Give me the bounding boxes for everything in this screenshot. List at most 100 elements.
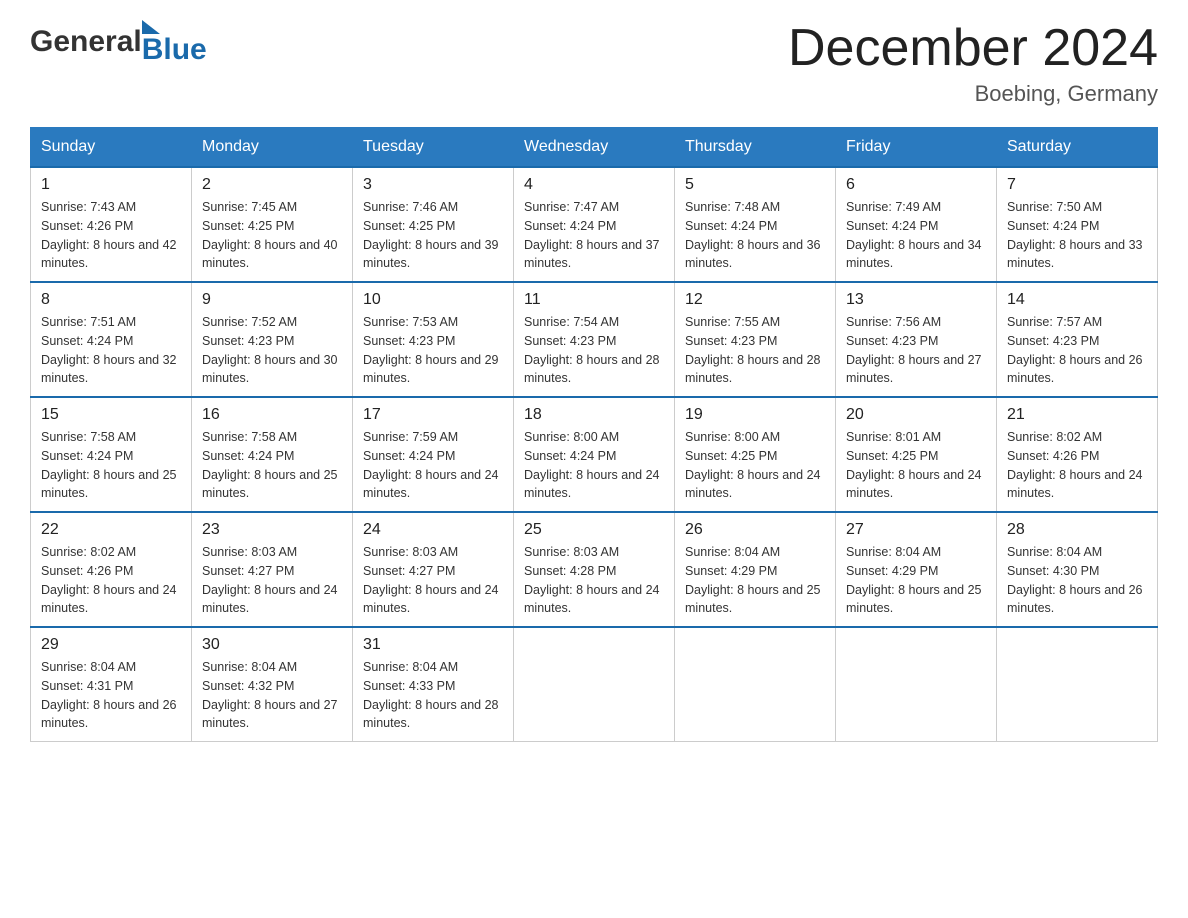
day-info: Sunrise: 7:58 AMSunset: 4:24 PMDaylight:… bbox=[202, 430, 338, 500]
header-tuesday: Tuesday bbox=[353, 128, 514, 168]
logo-general: General bbox=[30, 25, 142, 59]
day-number: 2 bbox=[202, 176, 342, 194]
day-number: 31 bbox=[363, 636, 503, 654]
day-number: 22 bbox=[41, 521, 181, 539]
calendar-cell: 19 Sunrise: 8:00 AMSunset: 4:25 PMDaylig… bbox=[675, 397, 836, 512]
day-number: 17 bbox=[363, 406, 503, 424]
day-info: Sunrise: 8:03 AMSunset: 4:27 PMDaylight:… bbox=[363, 545, 499, 615]
calendar-cell: 31 Sunrise: 8:04 AMSunset: 4:33 PMDaylig… bbox=[353, 627, 514, 742]
day-info: Sunrise: 7:53 AMSunset: 4:23 PMDaylight:… bbox=[363, 315, 499, 385]
day-number: 1 bbox=[41, 176, 181, 194]
calendar-week-row: 1 Sunrise: 7:43 AMSunset: 4:26 PMDayligh… bbox=[31, 167, 1158, 282]
day-number: 11 bbox=[524, 291, 664, 309]
calendar-cell: 8 Sunrise: 7:51 AMSunset: 4:24 PMDayligh… bbox=[31, 282, 192, 397]
calendar-cell: 25 Sunrise: 8:03 AMSunset: 4:28 PMDaylig… bbox=[514, 512, 675, 627]
day-number: 27 bbox=[846, 521, 986, 539]
day-info: Sunrise: 8:03 AMSunset: 4:27 PMDaylight:… bbox=[202, 545, 338, 615]
calendar-cell bbox=[514, 627, 675, 742]
day-info: Sunrise: 8:01 AMSunset: 4:25 PMDaylight:… bbox=[846, 430, 982, 500]
day-info: Sunrise: 7:58 AMSunset: 4:24 PMDaylight:… bbox=[41, 430, 177, 500]
day-number: 30 bbox=[202, 636, 342, 654]
calendar-cell: 23 Sunrise: 8:03 AMSunset: 4:27 PMDaylig… bbox=[192, 512, 353, 627]
calendar-week-row: 29 Sunrise: 8:04 AMSunset: 4:31 PMDaylig… bbox=[31, 627, 1158, 742]
month-year-title: December 2024 bbox=[788, 20, 1158, 77]
logo-blue-section: Blue bbox=[142, 20, 207, 63]
calendar-cell: 2 Sunrise: 7:45 AMSunset: 4:25 PMDayligh… bbox=[192, 167, 353, 282]
day-info: Sunrise: 8:00 AMSunset: 4:24 PMDaylight:… bbox=[524, 430, 660, 500]
calendar-cell: 13 Sunrise: 7:56 AMSunset: 4:23 PMDaylig… bbox=[836, 282, 997, 397]
calendar-cell: 20 Sunrise: 8:01 AMSunset: 4:25 PMDaylig… bbox=[836, 397, 997, 512]
day-info: Sunrise: 8:04 AMSunset: 4:33 PMDaylight:… bbox=[363, 660, 499, 730]
calendar-cell: 4 Sunrise: 7:47 AMSunset: 4:24 PMDayligh… bbox=[514, 167, 675, 282]
calendar-cell: 6 Sunrise: 7:49 AMSunset: 4:24 PMDayligh… bbox=[836, 167, 997, 282]
header-sunday: Sunday bbox=[31, 128, 192, 168]
day-number: 20 bbox=[846, 406, 986, 424]
day-info: Sunrise: 7:57 AMSunset: 4:23 PMDaylight:… bbox=[1007, 315, 1143, 385]
calendar-cell bbox=[836, 627, 997, 742]
calendar-cell: 18 Sunrise: 8:00 AMSunset: 4:24 PMDaylig… bbox=[514, 397, 675, 512]
calendar-cell bbox=[997, 627, 1158, 742]
day-info: Sunrise: 7:52 AMSunset: 4:23 PMDaylight:… bbox=[202, 315, 338, 385]
day-info: Sunrise: 7:54 AMSunset: 4:23 PMDaylight:… bbox=[524, 315, 660, 385]
calendar-week-row: 15 Sunrise: 7:58 AMSunset: 4:24 PMDaylig… bbox=[31, 397, 1158, 512]
page-header: General Blue December 2024 Boebing, Germ… bbox=[30, 20, 1158, 107]
header-monday: Monday bbox=[192, 128, 353, 168]
day-info: Sunrise: 7:59 AMSunset: 4:24 PMDaylight:… bbox=[363, 430, 499, 500]
calendar-week-row: 8 Sunrise: 7:51 AMSunset: 4:24 PMDayligh… bbox=[31, 282, 1158, 397]
calendar-cell: 16 Sunrise: 7:58 AMSunset: 4:24 PMDaylig… bbox=[192, 397, 353, 512]
day-number: 25 bbox=[524, 521, 664, 539]
day-number: 5 bbox=[685, 176, 825, 194]
day-info: Sunrise: 7:56 AMSunset: 4:23 PMDaylight:… bbox=[846, 315, 982, 385]
calendar-cell: 3 Sunrise: 7:46 AMSunset: 4:25 PMDayligh… bbox=[353, 167, 514, 282]
header-wednesday: Wednesday bbox=[514, 128, 675, 168]
calendar-cell: 7 Sunrise: 7:50 AMSunset: 4:24 PMDayligh… bbox=[997, 167, 1158, 282]
day-number: 6 bbox=[846, 176, 986, 194]
header-saturday: Saturday bbox=[997, 128, 1158, 168]
calendar-cell: 27 Sunrise: 8:04 AMSunset: 4:29 PMDaylig… bbox=[836, 512, 997, 627]
header-friday: Friday bbox=[836, 128, 997, 168]
day-info: Sunrise: 7:55 AMSunset: 4:23 PMDaylight:… bbox=[685, 315, 821, 385]
calendar-cell: 11 Sunrise: 7:54 AMSunset: 4:23 PMDaylig… bbox=[514, 282, 675, 397]
calendar-cell: 29 Sunrise: 8:04 AMSunset: 4:31 PMDaylig… bbox=[31, 627, 192, 742]
header-thursday: Thursday bbox=[675, 128, 836, 168]
day-number: 3 bbox=[363, 176, 503, 194]
day-info: Sunrise: 7:48 AMSunset: 4:24 PMDaylight:… bbox=[685, 200, 821, 270]
day-number: 13 bbox=[846, 291, 986, 309]
calendar-cell: 15 Sunrise: 7:58 AMSunset: 4:24 PMDaylig… bbox=[31, 397, 192, 512]
day-info: Sunrise: 8:04 AMSunset: 4:32 PMDaylight:… bbox=[202, 660, 338, 730]
calendar-week-row: 22 Sunrise: 8:02 AMSunset: 4:26 PMDaylig… bbox=[31, 512, 1158, 627]
day-info: Sunrise: 8:04 AMSunset: 4:31 PMDaylight:… bbox=[41, 660, 177, 730]
calendar-cell: 14 Sunrise: 7:57 AMSunset: 4:23 PMDaylig… bbox=[997, 282, 1158, 397]
calendar-cell: 26 Sunrise: 8:04 AMSunset: 4:29 PMDaylig… bbox=[675, 512, 836, 627]
day-info: Sunrise: 8:00 AMSunset: 4:25 PMDaylight:… bbox=[685, 430, 821, 500]
day-info: Sunrise: 7:50 AMSunset: 4:24 PMDaylight:… bbox=[1007, 200, 1143, 270]
day-number: 29 bbox=[41, 636, 181, 654]
day-number: 19 bbox=[685, 406, 825, 424]
logo-arrow-icon bbox=[142, 20, 160, 34]
calendar-cell: 5 Sunrise: 7:48 AMSunset: 4:24 PMDayligh… bbox=[675, 167, 836, 282]
calendar-cell: 1 Sunrise: 7:43 AMSunset: 4:26 PMDayligh… bbox=[31, 167, 192, 282]
calendar-cell: 30 Sunrise: 8:04 AMSunset: 4:32 PMDaylig… bbox=[192, 627, 353, 742]
day-info: Sunrise: 8:03 AMSunset: 4:28 PMDaylight:… bbox=[524, 545, 660, 615]
day-info: Sunrise: 8:02 AMSunset: 4:26 PMDaylight:… bbox=[1007, 430, 1143, 500]
calendar-cell: 9 Sunrise: 7:52 AMSunset: 4:23 PMDayligh… bbox=[192, 282, 353, 397]
day-info: Sunrise: 8:04 AMSunset: 4:29 PMDaylight:… bbox=[846, 545, 982, 615]
day-number: 24 bbox=[363, 521, 503, 539]
calendar-cell: 28 Sunrise: 8:04 AMSunset: 4:30 PMDaylig… bbox=[997, 512, 1158, 627]
calendar-table: SundayMondayTuesdayWednesdayThursdayFrid… bbox=[30, 127, 1158, 742]
day-number: 21 bbox=[1007, 406, 1147, 424]
calendar-cell: 21 Sunrise: 8:02 AMSunset: 4:26 PMDaylig… bbox=[997, 397, 1158, 512]
day-info: Sunrise: 8:02 AMSunset: 4:26 PMDaylight:… bbox=[41, 545, 177, 615]
day-number: 10 bbox=[363, 291, 503, 309]
day-number: 7 bbox=[1007, 176, 1147, 194]
calendar-cell: 10 Sunrise: 7:53 AMSunset: 4:23 PMDaylig… bbox=[353, 282, 514, 397]
day-number: 26 bbox=[685, 521, 825, 539]
day-number: 18 bbox=[524, 406, 664, 424]
calendar-cell: 17 Sunrise: 7:59 AMSunset: 4:24 PMDaylig… bbox=[353, 397, 514, 512]
logo-blue: Blue bbox=[142, 36, 207, 63]
calendar-cell: 24 Sunrise: 8:03 AMSunset: 4:27 PMDaylig… bbox=[353, 512, 514, 627]
day-number: 4 bbox=[524, 176, 664, 194]
day-number: 14 bbox=[1007, 291, 1147, 309]
calendar-cell bbox=[675, 627, 836, 742]
calendar-cell: 22 Sunrise: 8:02 AMSunset: 4:26 PMDaylig… bbox=[31, 512, 192, 627]
